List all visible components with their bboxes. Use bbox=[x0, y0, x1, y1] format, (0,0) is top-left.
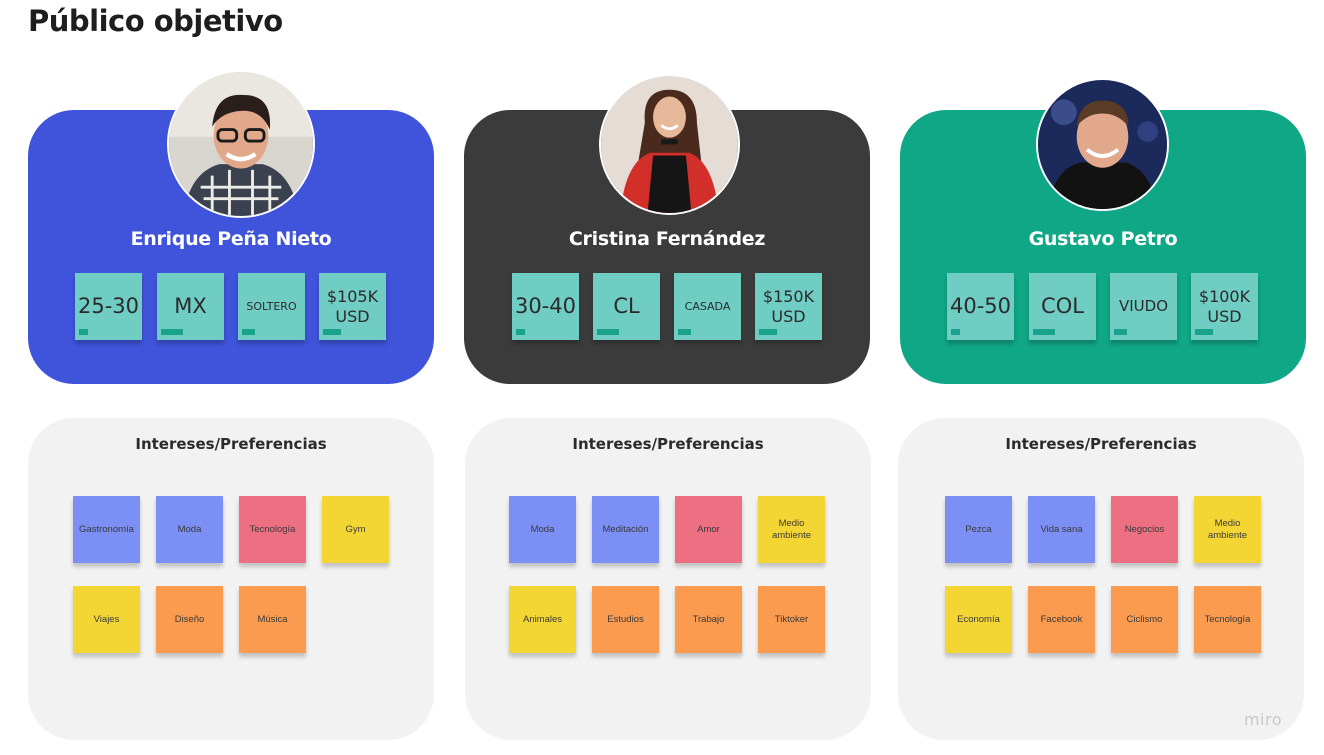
sticky-note[interactable]: Moda bbox=[156, 496, 223, 563]
stat-tag bbox=[516, 329, 525, 335]
stat-note-income[interactable]: $150K USD bbox=[755, 273, 822, 340]
stat-tag bbox=[759, 329, 777, 335]
stat-value: CASADA bbox=[684, 299, 731, 313]
stat-value: $105K USD bbox=[326, 286, 379, 326]
stat-note-age[interactable]: 30-40 bbox=[512, 273, 579, 340]
stat-value: SOLTERO bbox=[246, 299, 297, 313]
sticky-note[interactable]: Trabajo bbox=[675, 586, 742, 653]
stat-note-country[interactable]: COL bbox=[1029, 273, 1096, 340]
sticky-note[interactable]: Medio ambiente bbox=[758, 496, 825, 563]
sticky-note[interactable]: Facebook bbox=[1028, 586, 1095, 653]
stat-value: $150K USD bbox=[762, 286, 815, 326]
sticky-note[interactable]: Tiktoker bbox=[758, 586, 825, 653]
sticky-note[interactable]: Gym bbox=[322, 496, 389, 563]
sticky-note[interactable]: Estudios bbox=[592, 586, 659, 653]
persona-name: Enrique Peña Nieto bbox=[130, 228, 332, 250]
sticky-note[interactable]: Meditación bbox=[592, 496, 659, 563]
sticky-note[interactable]: Viajes bbox=[73, 586, 140, 653]
stat-value: $100K USD bbox=[1198, 286, 1251, 326]
sticky-note[interactable]: Tecnología bbox=[239, 496, 306, 563]
stat-note-country[interactable]: MX bbox=[157, 273, 224, 340]
stat-tag bbox=[1195, 329, 1213, 335]
sticky-note[interactable]: Vida sana bbox=[1028, 496, 1095, 563]
sticky-note[interactable]: Gastronomía bbox=[73, 496, 140, 563]
sticky-note[interactable]: Medio ambiente bbox=[1194, 496, 1261, 563]
stat-tag bbox=[242, 329, 255, 335]
persona-name: Cristina Fernández bbox=[568, 228, 766, 250]
stat-note-status[interactable]: VIUDO bbox=[1110, 273, 1177, 340]
stat-value: 30-40 bbox=[514, 294, 577, 319]
sticky-note[interactable]: Ciclismo bbox=[1111, 586, 1178, 653]
sticky-note[interactable]: Negocios bbox=[1111, 496, 1178, 563]
persona-name: Gustavo Petro bbox=[1028, 228, 1178, 250]
stat-note-age[interactable]: 25-30 bbox=[75, 273, 142, 340]
stat-tag bbox=[79, 329, 88, 335]
woman-red-jacket-photo-icon bbox=[601, 76, 738, 213]
stat-value: MX bbox=[174, 294, 207, 319]
stat-tag bbox=[323, 329, 341, 335]
sticky-note[interactable]: Pezca bbox=[945, 496, 1012, 563]
stat-tag bbox=[1114, 329, 1127, 335]
stat-note-status[interactable]: SOLTERO bbox=[238, 273, 305, 340]
stat-value: CL bbox=[613, 294, 640, 319]
stat-value: 40-50 bbox=[949, 294, 1012, 319]
avatar-enrique[interactable] bbox=[167, 70, 315, 218]
stat-note-income[interactable]: $105K USD bbox=[319, 273, 386, 340]
sticky-note[interactable]: Animales bbox=[509, 586, 576, 653]
man-suit-photo-icon bbox=[1038, 80, 1167, 209]
interests-title: Intereses/Preferencias bbox=[572, 435, 764, 453]
interests-title: Intereses/Preferencias bbox=[1005, 435, 1197, 453]
sticky-note[interactable]: Amor bbox=[675, 496, 742, 563]
sticky-note[interactable]: Diseño bbox=[156, 586, 223, 653]
stat-tag bbox=[161, 329, 183, 335]
page-title: Público objetivo bbox=[28, 4, 283, 38]
interests-card-2[interactable]: Intereses/Preferencias Moda Meditación A… bbox=[465, 418, 871, 740]
stat-note-age[interactable]: 40-50 bbox=[947, 273, 1014, 340]
avatar-cristina[interactable] bbox=[599, 74, 740, 215]
avatar-gustavo[interactable] bbox=[1036, 78, 1169, 211]
stat-tag bbox=[1033, 329, 1055, 335]
miro-logo: miro bbox=[1243, 710, 1282, 729]
interests-card-3[interactable]: Intereses/Preferencias Pezca Vida sana N… bbox=[898, 418, 1304, 740]
sticky-note[interactable]: Música bbox=[239, 586, 306, 653]
stat-tag bbox=[597, 329, 619, 335]
stat-note-income[interactable]: $100K USD bbox=[1191, 273, 1258, 340]
sticky-note[interactable]: Tecnología bbox=[1194, 586, 1261, 653]
interests-card-1[interactable]: Intereses/Preferencias Gastronomía Moda … bbox=[28, 418, 434, 740]
stat-tag bbox=[951, 329, 960, 335]
stat-value: VIUDO bbox=[1118, 297, 1169, 316]
sticky-note[interactable]: Economía bbox=[945, 586, 1012, 653]
sticky-note[interactable]: Moda bbox=[509, 496, 576, 563]
stat-value: 25-30 bbox=[77, 294, 140, 319]
stat-note-status[interactable]: CASADA bbox=[674, 273, 741, 340]
man-glasses-photo-icon bbox=[169, 72, 313, 216]
stat-tag bbox=[678, 329, 691, 335]
stat-value: COL bbox=[1041, 294, 1084, 319]
interests-title: Intereses/Preferencias bbox=[135, 435, 327, 453]
stat-note-country[interactable]: CL bbox=[593, 273, 660, 340]
